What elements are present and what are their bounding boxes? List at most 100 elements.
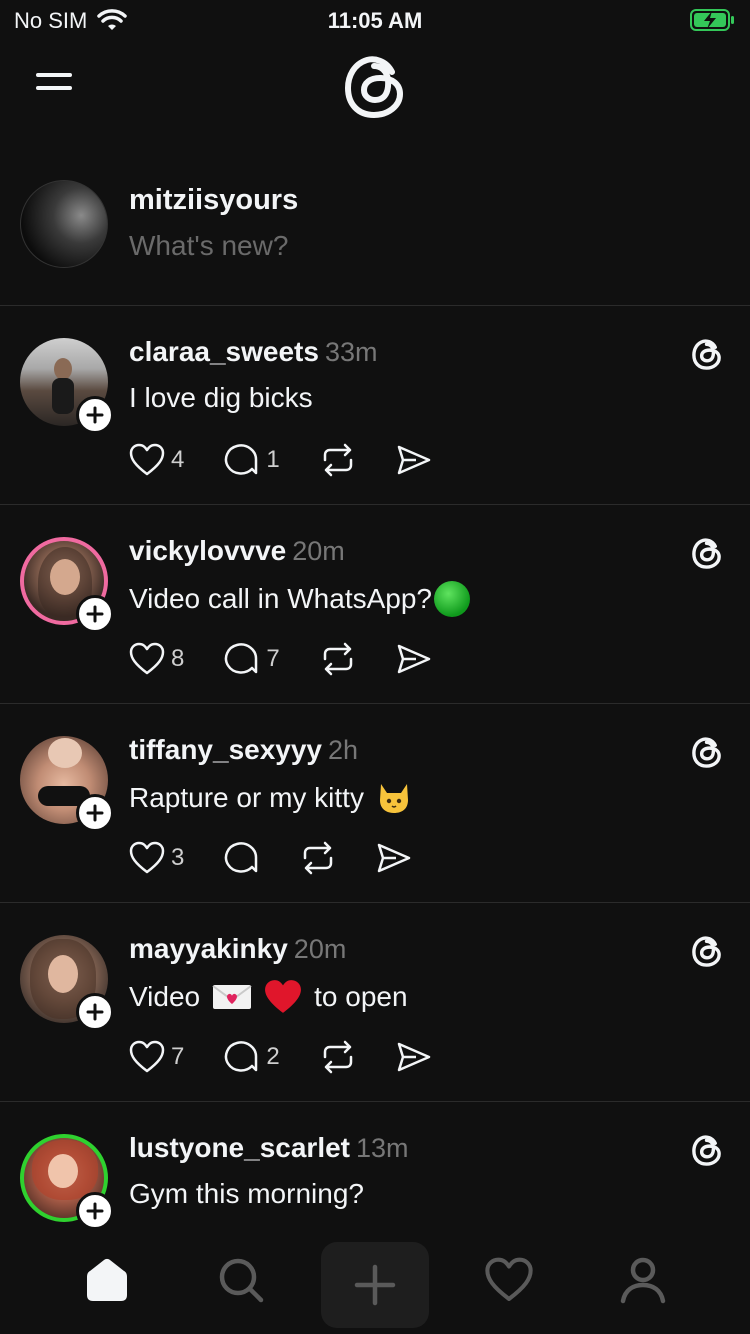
thread-post[interactable]: lustyone_scarlet 13m Gym this morning? bbox=[0, 1102, 750, 1236]
threads-icon bbox=[692, 737, 721, 768]
repost-icon bbox=[304, 841, 333, 875]
tab-profile[interactable] bbox=[613, 1250, 673, 1310]
comment-icon bbox=[225, 842, 258, 873]
share-button[interactable] bbox=[396, 642, 432, 676]
follow-button[interactable] bbox=[76, 396, 114, 434]
status-bar: No SIM 11:05 AM bbox=[0, 0, 750, 44]
tab-home[interactable] bbox=[77, 1250, 137, 1310]
heart-icon bbox=[129, 1040, 165, 1073]
post-text-start: Video bbox=[129, 981, 201, 1012]
create-icon bbox=[354, 1264, 396, 1306]
heart-icon bbox=[129, 443, 165, 476]
post-time: 13m bbox=[356, 1133, 409, 1163]
reply-count: 1 bbox=[266, 446, 280, 473]
status-time: 11:05 AM bbox=[327, 8, 423, 33]
like-button[interactable]: 4 bbox=[129, 443, 184, 477]
plus-icon bbox=[86, 804, 104, 822]
share-button[interactable] bbox=[396, 1040, 432, 1074]
reply-button[interactable]: 7 bbox=[224, 642, 280, 676]
thread-post[interactable]: tiffany_sexyyy 2h Rapture or my kitty 3 bbox=[0, 704, 750, 903]
plus-icon bbox=[86, 406, 104, 424]
post-actions: 3 bbox=[129, 840, 452, 876]
follow-button[interactable] bbox=[76, 794, 114, 832]
follow-button[interactable] bbox=[76, 595, 114, 633]
thread-post[interactable]: claraa_sweets 33m I love dig bicks 4 1 bbox=[0, 306, 750, 505]
repost-button[interactable] bbox=[320, 642, 356, 676]
post-username[interactable]: mayyakinky bbox=[129, 933, 288, 964]
thread-post[interactable]: mayyakinky 20m Video to open 7 2 bbox=[0, 903, 750, 1102]
avatar[interactable] bbox=[20, 1134, 114, 1230]
like-count: 7 bbox=[171, 1043, 185, 1070]
follow-button[interactable] bbox=[76, 993, 114, 1031]
repost-icon bbox=[323, 1040, 352, 1074]
post-username[interactable]: lustyone_scarlet bbox=[129, 1132, 350, 1163]
thread-post[interactable]: vickylovvve 20m Video call in WhatsApp? 8… bbox=[0, 505, 750, 704]
post-text: Rapture or my kitty bbox=[129, 782, 364, 813]
share-button[interactable] bbox=[376, 841, 412, 875]
post-time: 2h bbox=[328, 735, 359, 765]
follow-button[interactable] bbox=[76, 1192, 114, 1230]
like-count: 4 bbox=[171, 446, 185, 473]
share-button[interactable] bbox=[396, 443, 432, 477]
cat-emoji bbox=[379, 784, 408, 813]
new-thread-composer[interactable]: mitziisyours What's new? bbox=[0, 170, 750, 306]
top-nav bbox=[0, 44, 750, 144]
avatar[interactable] bbox=[20, 935, 114, 1031]
tab-activity[interactable] bbox=[479, 1250, 539, 1310]
profile-icon bbox=[620, 1257, 666, 1304]
post-actions: 7 2 bbox=[129, 1039, 472, 1075]
repost-button[interactable] bbox=[320, 443, 356, 477]
composer-input[interactable]: What's new? bbox=[129, 230, 288, 262]
reply-button[interactable]: 1 bbox=[224, 443, 280, 477]
heart-icon bbox=[129, 642, 165, 675]
plus-icon bbox=[86, 605, 104, 623]
post-username[interactable]: vickylovvve bbox=[129, 535, 286, 566]
composer-username: mitziisyours bbox=[129, 184, 299, 216]
post-text: Video call in WhatsApp? bbox=[129, 583, 432, 614]
threads-icon bbox=[692, 339, 721, 370]
post-text: I love dig bicks bbox=[129, 382, 313, 413]
comment-icon bbox=[225, 1041, 258, 1072]
tab-create[interactable] bbox=[321, 1242, 429, 1328]
home-icon bbox=[87, 1258, 127, 1301]
avatar[interactable] bbox=[20, 180, 108, 268]
post-username[interactable]: tiffany_sexyyy bbox=[129, 734, 322, 765]
activity-icon bbox=[485, 1257, 533, 1301]
post-time: 20m bbox=[292, 536, 345, 566]
avatar[interactable] bbox=[20, 338, 114, 434]
comment-icon bbox=[225, 444, 258, 475]
avatar[interactable] bbox=[20, 736, 114, 832]
avatar[interactable] bbox=[20, 537, 114, 633]
battery-charging-icon bbox=[690, 9, 734, 31]
menu-icon[interactable] bbox=[36, 68, 76, 100]
like-button[interactable]: 8 bbox=[129, 642, 184, 676]
reply-button[interactable]: 2 bbox=[224, 1040, 280, 1074]
reply-count: 2 bbox=[266, 1043, 280, 1070]
red-heart-emoji bbox=[265, 980, 302, 1013]
like-count: 3 bbox=[171, 844, 185, 871]
reply-count: 7 bbox=[266, 645, 280, 672]
repost-icon bbox=[323, 642, 352, 676]
share-icon bbox=[378, 843, 411, 873]
post-time: 20m bbox=[293, 934, 347, 964]
like-button[interactable]: 3 bbox=[129, 841, 184, 875]
repost-button[interactable] bbox=[300, 841, 336, 875]
share-icon bbox=[397, 1042, 430, 1072]
threads-icon bbox=[692, 1135, 721, 1166]
tab-search[interactable] bbox=[211, 1250, 271, 1310]
search-icon bbox=[219, 1258, 264, 1303]
threads-logo[interactable] bbox=[340, 50, 410, 122]
plus-icon bbox=[86, 1003, 104, 1021]
post-actions: 8 7 bbox=[129, 641, 472, 677]
like-button[interactable]: 7 bbox=[129, 1040, 184, 1074]
repost-icon bbox=[323, 443, 352, 477]
bottom-tab-bar bbox=[0, 1236, 750, 1334]
share-icon bbox=[397, 644, 430, 674]
love-letter-emoji bbox=[212, 985, 252, 1009]
post-time: 33m bbox=[324, 337, 378, 367]
like-count: 8 bbox=[171, 645, 185, 672]
repost-button[interactable] bbox=[320, 1040, 356, 1074]
plus-icon bbox=[86, 1202, 104, 1220]
reply-button[interactable] bbox=[224, 841, 260, 875]
post-username[interactable]: claraa_sweets bbox=[129, 336, 319, 367]
